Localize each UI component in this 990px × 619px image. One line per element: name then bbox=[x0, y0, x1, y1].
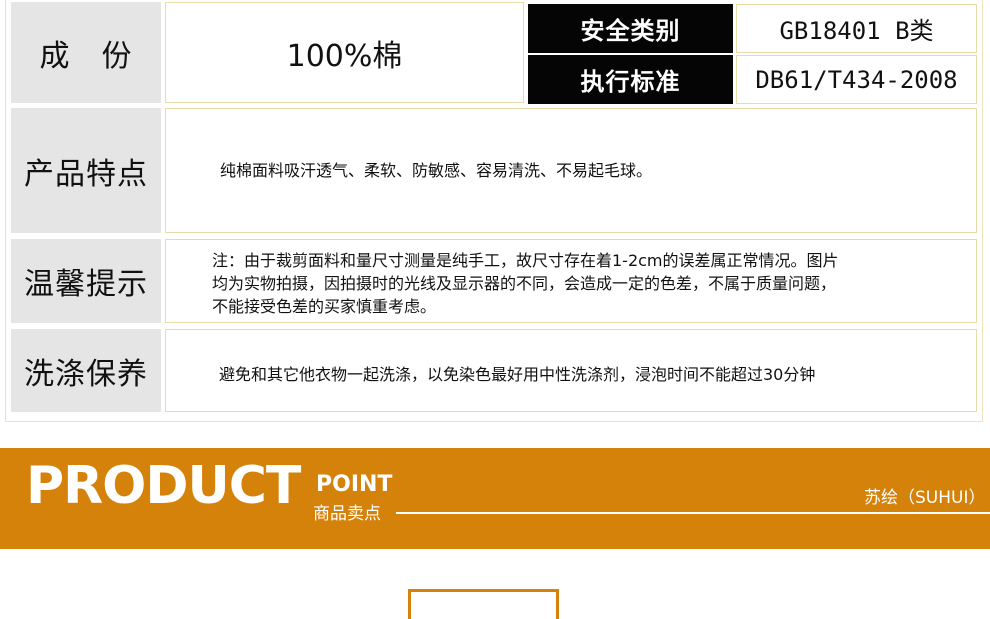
standard-label: 执行标准 bbox=[528, 55, 733, 104]
features-text: 纯棉面料吸汗透气、柔软、防敏感、容易清洗、不易起毛球。 bbox=[220, 161, 653, 180]
features-content: 纯棉面料吸汗透气、柔软、防敏感、容易清洗、不易起毛球。 bbox=[165, 108, 977, 233]
washing-text: 避免和其它他衣物一起洗涤，以免染色最好用中性洗涤剂，浸泡时间不能超过30分钟 bbox=[219, 365, 816, 384]
composition-label: 成 份 bbox=[11, 2, 161, 103]
banner-divider bbox=[396, 512, 990, 514]
notice-line-2: 均为实物拍摄，因拍摄时的光线及显示器的不同，会造成一定的色差，不属于质量问题， bbox=[212, 274, 837, 293]
safety-category-label: 安全类别 bbox=[528, 4, 733, 53]
notice-line-3: 不能接受色差的买家慎重考虑。 bbox=[212, 297, 437, 316]
washing-content: 避免和其它他衣物一起洗涤，以免染色最好用中性洗涤剂，浸泡时间不能超过30分钟 bbox=[165, 329, 977, 412]
notice-line-1: 注：由于裁剪面料和量尺寸测量是纯手工，故尺寸存在着1-2cm的误差属正常情况。图… bbox=[212, 251, 839, 270]
notice-label: 温馨提示 bbox=[11, 239, 161, 323]
banner-point: POINT bbox=[316, 472, 393, 497]
banner-subtitle: 商品卖点 bbox=[313, 504, 381, 524]
composition-value: 100%棉 bbox=[165, 2, 524, 103]
features-label: 产品特点 bbox=[11, 108, 161, 233]
banner-title: PRODUCT bbox=[26, 456, 301, 516]
safety-category-value: GB18401 B类 bbox=[736, 4, 977, 53]
banner-brand: 苏绘（SUHUI） bbox=[864, 488, 986, 508]
standard-value: DB61/T434-2008 bbox=[736, 55, 977, 104]
notice-content: 注：由于裁剪面料和量尺寸测量是纯手工，故尺寸存在着1-2cm的误差属正常情况。图… bbox=[165, 239, 977, 323]
washing-label: 洗涤保养 bbox=[11, 329, 161, 412]
section-tab-frame bbox=[408, 589, 559, 619]
product-point-banner: PRODUCT POINT 商品卖点 苏绘（SUHUI） bbox=[0, 448, 990, 549]
